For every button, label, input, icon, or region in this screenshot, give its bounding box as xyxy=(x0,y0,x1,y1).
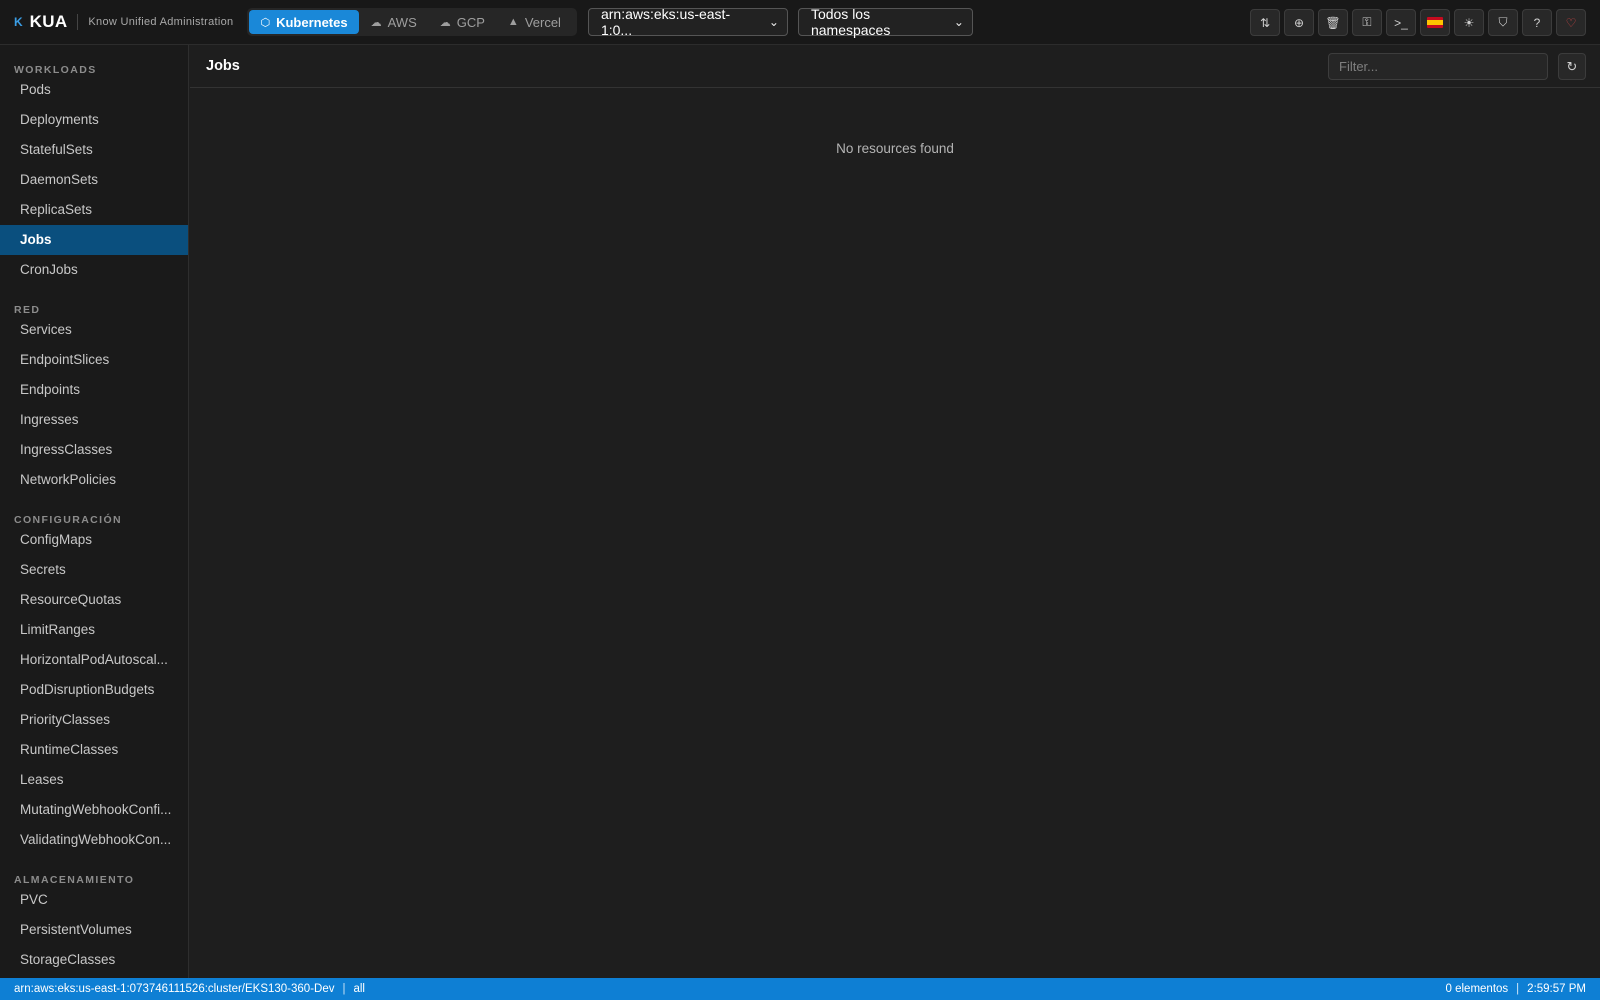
top-bar: K KUA Know Unified Administration ⬡ Kuber… xyxy=(0,0,1600,45)
app-subtitle: Know Unified Administration xyxy=(88,16,234,28)
sidebar-item-networkpolicies[interactable]: NetworkPolicies xyxy=(0,465,188,495)
status-bar: arn:aws:eks:us-east-1:073746111526:clust… xyxy=(0,978,1600,1000)
sidebar-item-statefulsets[interactable]: StatefulSets xyxy=(0,135,188,165)
tab-label: GCP xyxy=(456,14,485,30)
spain-flag-icon xyxy=(1427,17,1443,28)
sidebar-item-mutatingwebhookconfi[interactable]: MutatingWebhookConfi... xyxy=(0,795,188,825)
tab-vercel[interactable]: ▲ Vercel xyxy=(497,10,572,34)
page-header: Jobs ↻ xyxy=(190,45,1600,88)
sidebar-item-endpointslices[interactable]: EndpointSlices xyxy=(0,345,188,375)
sidebar-item-horizontalpodautoscal[interactable]: HorizontalPodAutoscal... xyxy=(0,645,188,675)
sidebar-item-deployments[interactable]: Deployments xyxy=(0,105,188,135)
sun-button[interactable]: ☀ xyxy=(1454,9,1484,36)
sidebar-item-validatingwebhookcon[interactable]: ValidatingWebhookCon... xyxy=(0,825,188,855)
cube-icon: ⬡ xyxy=(260,16,271,29)
app-name: KUA xyxy=(29,12,68,31)
trash-button[interactable]: 🗑 xyxy=(1318,9,1348,36)
terminal-icon: >_ xyxy=(1394,15,1408,30)
sidebar-item-replicasets[interactable]: ReplicaSets xyxy=(0,195,188,225)
heart-button[interactable]: ♡ xyxy=(1556,9,1586,36)
shield-button[interactable]: ⛉ xyxy=(1488,9,1518,36)
status-cluster: arn:aws:eks:us-east-1:073746111526:clust… xyxy=(14,983,335,995)
cloud-icon: ☁ xyxy=(370,16,382,29)
chevron-down-icon: ⌄ xyxy=(768,15,779,29)
port-forward-icon: ⇅ xyxy=(1259,15,1271,30)
plus-circle-button[interactable]: ⊕ xyxy=(1284,9,1314,36)
status-count: 0 elementos xyxy=(1445,983,1509,995)
sidebar-section-title: WORKLOADS xyxy=(14,64,97,76)
main-content: Jobs ↻ No resources found xyxy=(190,45,1600,978)
sidebar: WORKLOADS Pods Deployments StatefulSets Daem… xyxy=(0,45,189,978)
chevron-down-icon: ⌄ xyxy=(953,15,964,29)
tab-gcp[interactable]: ☁ GCP xyxy=(429,10,496,34)
empty-state-message: No resources found xyxy=(836,141,954,156)
sidebar-item-configmaps[interactable]: ConfigMaps xyxy=(0,525,188,555)
provider-tabs: ⬡ Kubernetes ☁ AWS ☁ GCP ▲ Vercel xyxy=(247,8,577,36)
sidebar-item-limitranges[interactable]: LimitRanges xyxy=(0,615,188,645)
refresh-icon: ↻ xyxy=(1566,58,1578,74)
plus-circle-icon: ⊕ xyxy=(1293,15,1305,30)
sidebar-item-storageclasses[interactable]: StorageClasses xyxy=(0,945,188,975)
filter-input[interactable] xyxy=(1328,53,1548,80)
sidebar-item-cronjobs[interactable]: CronJobs xyxy=(0,255,188,285)
namespace-select[interactable]: Todos los namespaces ⌄ xyxy=(797,6,973,38)
cloud-upload-icon: ☁ xyxy=(439,16,451,29)
port-forward-button[interactable]: ⇅ xyxy=(1250,9,1280,36)
kua-logo-icon: K xyxy=(14,15,23,29)
tab-kubernetes[interactable]: ⬡ Kubernetes xyxy=(249,10,359,34)
key-button[interactable]: ⚿ xyxy=(1352,9,1382,36)
shield-icon: ⛉ xyxy=(1498,15,1508,29)
sidebar-item-endpoints[interactable]: Endpoints xyxy=(0,375,188,405)
sidebar-item-pvc[interactable]: PVC xyxy=(0,885,188,915)
sun-icon: ☀ xyxy=(1463,15,1475,30)
status-namespace: all xyxy=(353,983,365,995)
sidebar-item-runtimeclasses[interactable]: RuntimeClasses xyxy=(0,735,188,765)
toolbar: ⇅ ⊕ 🗑 ⚿ >_ ☀ ⛉? ♡ xyxy=(1246,9,1586,36)
sidebar-item-poddisruptionbudgets[interactable]: PodDisruptionBudgets xyxy=(0,675,188,705)
context-select-value: arn:aws:eks:us-east-1:0... xyxy=(600,6,731,38)
sidebar-item-services[interactable]: Services xyxy=(0,315,188,345)
sidebar-item-ingresses[interactable]: Ingresses xyxy=(0,405,188,435)
terminal-button[interactable]: >_ xyxy=(1386,9,1416,36)
sidebar-item-resourcequotas[interactable]: ResourceQuotas xyxy=(0,585,188,615)
brand: K KUA Know Unified Administration xyxy=(14,12,233,32)
trash-icon: 🗑 xyxy=(1325,15,1341,30)
help-button[interactable]: ? xyxy=(1522,9,1552,36)
status-divider: | xyxy=(342,983,346,995)
triangle-icon: ▲ xyxy=(507,16,519,28)
help-icon: ? xyxy=(1533,15,1541,30)
sidebar-item-ingressclasses[interactable]: IngressClasses xyxy=(0,435,188,465)
heart-icon: ♡ xyxy=(1565,15,1577,30)
sidebar-item-leases[interactable]: Leases xyxy=(0,765,188,795)
status-time: 2:59:57 PM xyxy=(1527,983,1586,995)
sidebar-item-persistentvolumes[interactable]: PersistentVolumes xyxy=(0,915,188,945)
tab-label: Vercel xyxy=(524,14,561,30)
sidebar-item-jobs[interactable]: Jobs xyxy=(0,225,188,255)
sidebar-item-priorityclasses[interactable]: PriorityClasses xyxy=(0,705,188,735)
spain-flag-button[interactable] xyxy=(1420,9,1450,36)
sidebar-item-daemonsets[interactable]: DaemonSets xyxy=(0,165,188,195)
tab-label: Kubernetes xyxy=(276,14,348,30)
tab-aws[interactable]: ☁ AWS xyxy=(360,10,428,34)
status-right: 0 elementos | 2:59:57 PM xyxy=(1446,983,1586,995)
sidebar-section-title: RED xyxy=(14,304,41,316)
tab-label: AWS xyxy=(387,14,417,30)
page-title: Jobs xyxy=(206,58,240,74)
sidebar-item-secrets[interactable]: Secrets xyxy=(0,555,188,585)
status-divider: | xyxy=(1516,983,1520,995)
sidebar-item-pods[interactable]: Pods xyxy=(0,75,188,105)
sidebar-section-title: CONFIGURACIÓN xyxy=(14,514,123,526)
refresh-button[interactable]: ↻ xyxy=(1558,53,1586,80)
namespace-select-value: Todos los namespaces xyxy=(810,6,891,38)
brand-divider xyxy=(77,14,79,30)
context-select[interactable]: arn:aws:eks:us-east-1:0... ⌄ xyxy=(587,6,788,38)
key-icon: ⚿ xyxy=(1362,15,1372,29)
sidebar-section-title: ALMACENAMIENTO xyxy=(14,874,135,886)
